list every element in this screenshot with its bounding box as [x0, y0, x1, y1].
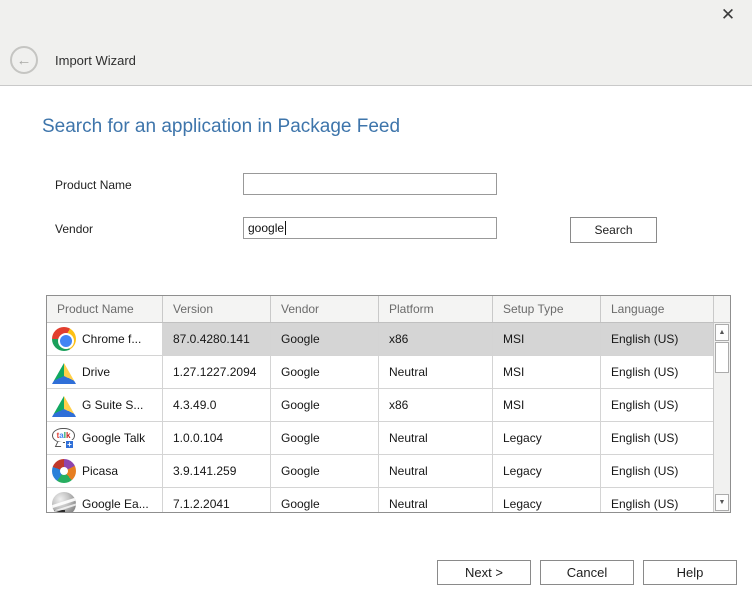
cell-language[interactable]: English (US) — [601, 488, 730, 513]
column-header-product-name[interactable]: Product Name — [47, 296, 163, 322]
cell-version[interactable]: 1.0.0.104 — [163, 422, 271, 454]
table-row[interactable]: Picasa 3.9.141.259GoogleNeutralLegacyEngl… — [47, 455, 730, 488]
close-icon[interactable]: ✕ — [716, 3, 740, 27]
table-header-row: Product NameVersionVendorPlatformSetup T… — [47, 296, 730, 323]
cell-platform[interactable]: Neutral — [379, 488, 493, 513]
product-name-text: Google Talk — [82, 431, 145, 445]
cell-vendor[interactable]: Google — [271, 356, 379, 388]
cell-platform[interactable]: Neutral — [379, 422, 493, 454]
cell-product[interactable]: G Suite S... — [47, 389, 163, 421]
vendor-input[interactable]: google — [243, 217, 497, 239]
cell-setup-type[interactable]: MSI — [493, 389, 601, 421]
results-table: Product NameVersionVendorPlatformSetup T… — [46, 295, 731, 513]
table-row[interactable]: talk+ Google Talk 1.0.0.104GoogleNeutralLe… — [47, 422, 730, 455]
product-name-text: Google Ea... — [82, 497, 149, 511]
talk-icon: talk+ — [52, 426, 76, 450]
cancel-button[interactable]: Cancel — [540, 560, 634, 585]
cell-setup-type[interactable]: Legacy — [493, 455, 601, 487]
cell-product[interactable]: Google Ea... — [47, 488, 163, 513]
product-name-label: Product Name — [55, 178, 132, 192]
cell-language[interactable]: English (US) — [601, 323, 730, 355]
cell-language[interactable]: English (US) — [601, 389, 730, 421]
table-row[interactable]: Drive 1.27.1227.2094GoogleNeutralMSIEngli… — [47, 356, 730, 389]
column-header-vendor[interactable]: Vendor — [271, 296, 379, 322]
scrollbar-thumb[interactable] — [715, 342, 729, 373]
cell-product[interactable]: talk+ Google Talk — [47, 422, 163, 454]
cell-setup-type[interactable]: MSI — [493, 356, 601, 388]
column-header-setup-type[interactable]: Setup Type — [493, 296, 601, 322]
product-name-text: Drive — [82, 365, 110, 379]
back-arrow-icon: ← — [17, 52, 32, 69]
product-name-text: Picasa — [82, 464, 118, 478]
picasa-icon — [52, 459, 76, 483]
cell-version[interactable]: 4.3.49.0 — [163, 389, 271, 421]
product-name-text: Chrome f... — [82, 332, 141, 346]
cell-language[interactable]: English (US) — [601, 422, 730, 454]
chrome-icon — [52, 327, 76, 351]
cell-vendor[interactable]: Google — [271, 422, 379, 454]
cell-vendor[interactable]: Google — [271, 455, 379, 487]
column-header-platform[interactable]: Platform — [379, 296, 493, 322]
cell-language[interactable]: English (US) — [601, 455, 730, 487]
wizard-title: Import Wizard — [55, 53, 136, 68]
header-scrollbar-spacer — [713, 296, 730, 322]
vertical-scrollbar[interactable]: ▲ ▼ — [713, 323, 730, 512]
column-header-version[interactable]: Version — [163, 296, 271, 322]
drive-icon — [52, 396, 76, 417]
cell-product[interactable]: Drive — [47, 356, 163, 388]
cell-platform[interactable]: x86 — [379, 389, 493, 421]
table-body: Chrome f...87.0.4280.141Googlex86MSIEngl… — [47, 323, 730, 513]
cell-platform[interactable]: Neutral — [379, 455, 493, 487]
cell-platform[interactable]: Neutral — [379, 356, 493, 388]
scroll-down-icon[interactable]: ▼ — [715, 494, 729, 511]
next-button[interactable]: Next > — [437, 560, 531, 585]
title-band — [0, 0, 752, 86]
page-title: Search for an application in Package Fee… — [42, 116, 400, 138]
back-button[interactable]: ← — [10, 46, 38, 74]
table-row[interactable]: Google Ea... 7.1.2.2041GoogleNeutralLegac… — [47, 488, 730, 513]
cell-setup-type[interactable]: Legacy — [493, 488, 601, 513]
product-name-input[interactable] — [243, 173, 497, 195]
column-header-language[interactable]: Language — [601, 296, 713, 322]
drive-icon — [52, 363, 76, 384]
vendor-value: google — [248, 221, 284, 235]
cell-version[interactable]: 7.1.2.2041 — [163, 488, 271, 513]
cell-setup-type[interactable]: MSI — [493, 323, 601, 355]
earth-icon — [52, 492, 76, 513]
table-row[interactable]: Chrome f... 87.0.4280.141Googlex86MSIEngl… — [47, 323, 730, 356]
cell-vendor[interactable]: Google — [271, 323, 379, 355]
cell-setup-type[interactable]: Legacy — [493, 422, 601, 454]
cell-vendor[interactable]: Google — [271, 488, 379, 513]
scroll-up-icon[interactable]: ▲ — [715, 324, 729, 341]
cell-version[interactable]: 1.27.1227.2094 — [163, 356, 271, 388]
table-row[interactable]: G Suite S... 4.3.49.0Googlex86MSIEnglish … — [47, 389, 730, 422]
cell-product[interactable]: Picasa — [47, 455, 163, 487]
cell-version[interactable]: 87.0.4280.141 — [163, 323, 271, 355]
text-caret — [285, 221, 286, 235]
product-name-text: G Suite S... — [82, 398, 143, 412]
cell-vendor[interactable]: Google — [271, 389, 379, 421]
cell-language[interactable]: English (US) — [601, 356, 730, 388]
search-button[interactable]: Search — [570, 217, 657, 243]
vendor-label: Vendor — [55, 222, 93, 236]
cell-product[interactable]: Chrome f... — [47, 323, 163, 355]
cell-platform[interactable]: x86 — [379, 323, 493, 355]
help-button[interactable]: Help — [643, 560, 737, 585]
cell-version[interactable]: 3.9.141.259 — [163, 455, 271, 487]
